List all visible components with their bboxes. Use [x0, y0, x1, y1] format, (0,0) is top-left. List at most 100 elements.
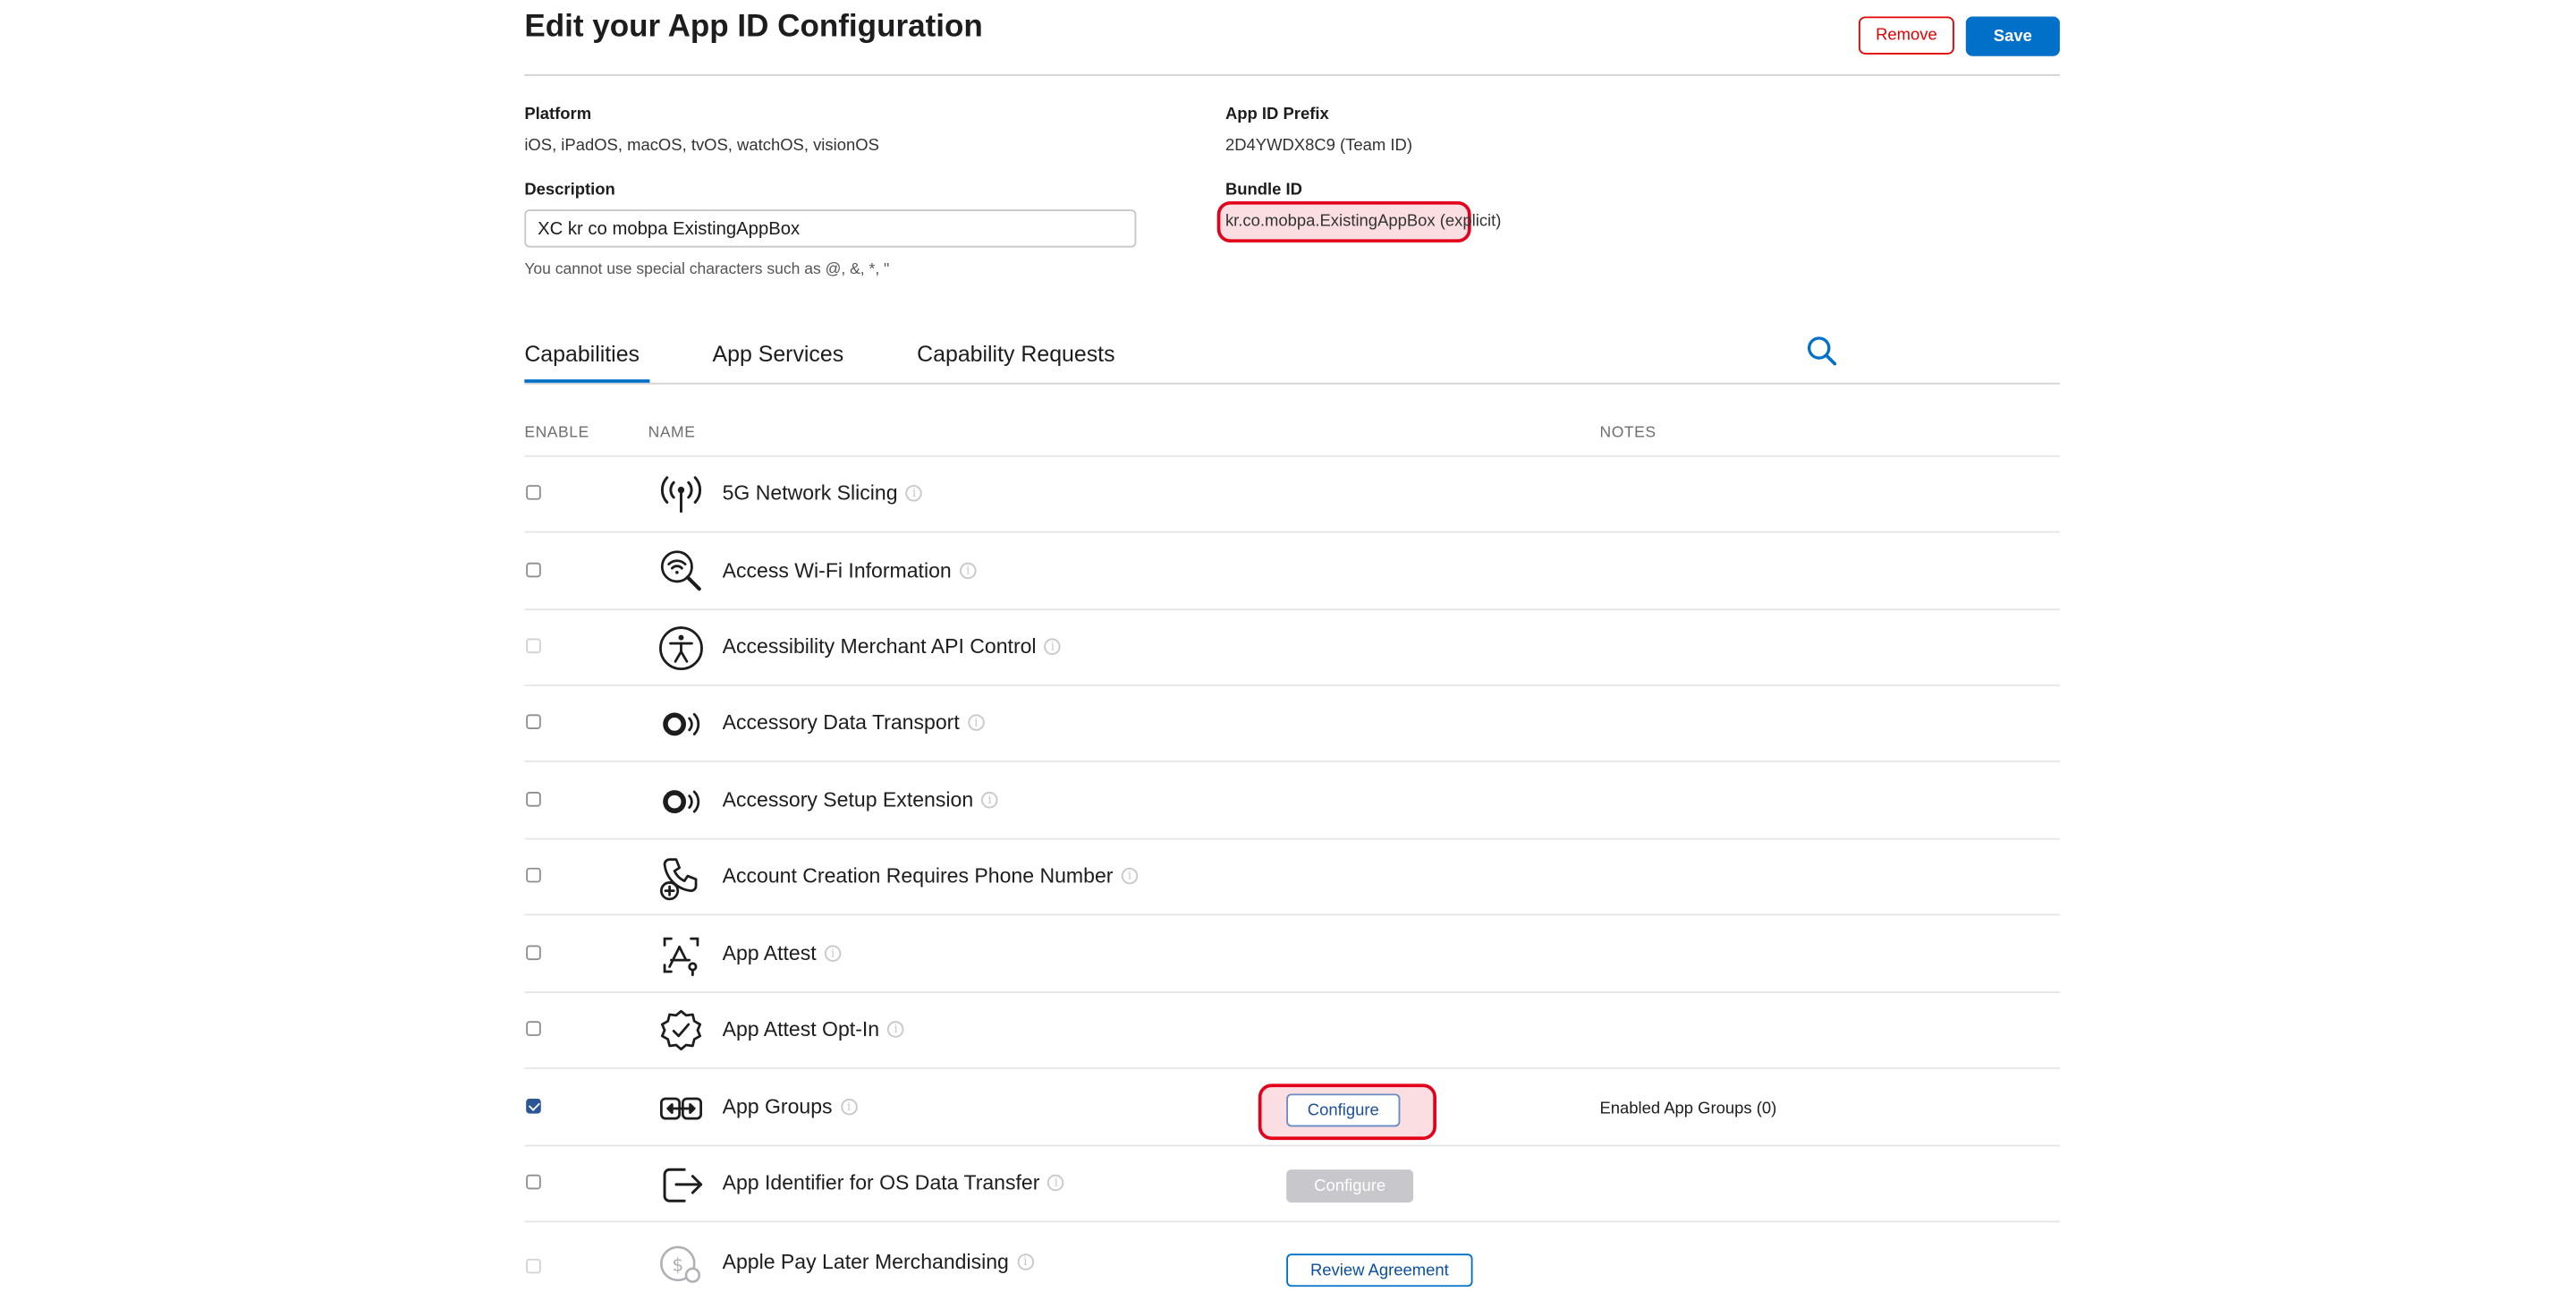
table-row: Accessory Setup Extension i	[524, 764, 2060, 840]
bundle-id-label: Bundle ID	[1224, 181, 1302, 200]
enable-checkbox[interactable]	[526, 562, 541, 578]
capability-name: Apple Pay Later Merchandising i	[722, 1250, 1034, 1274]
tabs-divider	[524, 382, 2060, 385]
row-divider	[524, 1066, 2060, 1069]
row-divider	[524, 760, 2060, 762]
column-header-name: NAME	[648, 423, 696, 443]
table-row: $ Apple Pay Later Merchandising i Review…	[524, 1224, 2060, 1300]
capability-label: App Attest	[722, 941, 817, 965]
table-row: App Groups i Configure Enabled App Group…	[524, 1071, 2060, 1147]
capability-label: Apple Pay Later Merchandising	[722, 1250, 1009, 1274]
table-row: App Identifier for OS Data Transfer i Co…	[524, 1146, 2060, 1223]
row-divider	[524, 913, 2060, 916]
enable-checkbox[interactable]	[526, 1258, 541, 1274]
app-id-config-page: Edit your App ID Configuration Remove Sa…	[0, 0, 2576, 1290]
table-row: Accessibility Merchant API Control i	[524, 610, 2060, 687]
table-row: App Attest Opt-In i	[524, 993, 2060, 1069]
capability-label: 5G Network Slicing	[722, 481, 898, 506]
capability-name: Accessibility Merchant API Control i	[723, 635, 1062, 658]
capability-label: Accessory Data Transport	[722, 710, 960, 735]
enable-checkbox[interactable]	[526, 638, 541, 654]
info-icon[interactable]: i	[824, 945, 842, 962]
info-icon[interactable]: i	[959, 562, 977, 580]
enable-checkbox[interactable]	[526, 1021, 541, 1036]
capability-label: Accessibility Merchant API Control	[722, 634, 1037, 658]
apple-pay-later-icon: $	[657, 1239, 706, 1288]
description-input[interactable]: XC kr co mobpa ExistingAppBox	[524, 209, 1137, 248]
capability-label: App Groups	[722, 1095, 833, 1119]
info-icon[interactable]: i	[967, 714, 985, 731]
table-row: 5G Network Slicing i	[524, 457, 2060, 533]
enable-checkbox[interactable]	[526, 485, 541, 500]
bundle-id-text: kr.co.mobpa.ExistingAppBox	[1224, 212, 1436, 232]
tab-capability-requests[interactable]: Capability Requests	[917, 342, 1114, 367]
capability-label: Account Creation Requires Phone Number	[722, 864, 1114, 888]
row-divider	[524, 1220, 2060, 1223]
capability-name: Accessory Data Transport i	[722, 710, 985, 735]
info-icon[interactable]: i	[905, 485, 923, 502]
tab-capabilities[interactable]: Capabilities	[524, 342, 640, 367]
capability-name: App Groups i	[723, 1095, 858, 1118]
enable-checkbox[interactable]	[526, 792, 541, 807]
capability-label: App Identifier for OS Data Transfer	[722, 1171, 1040, 1194]
description-hint: You cannot use special characters such a…	[524, 260, 890, 279]
accessory-signal-icon	[657, 777, 706, 826]
app-attest-icon	[657, 930, 706, 980]
platform-value: iOS, iPadOS, macOS, tvOS, watchOS, visio…	[524, 137, 879, 156]
enable-checkbox[interactable]	[526, 1174, 541, 1190]
remove-button[interactable]: Remove	[1858, 16, 1954, 55]
search-icon[interactable]	[1806, 335, 1839, 368]
capability-name: Access Wi-Fi Information i	[723, 559, 977, 582]
tab-app-services[interactable]: App Services	[713, 342, 844, 367]
active-tab-indicator	[524, 379, 650, 383]
configure-button-disabled[interactable]: Configure	[1286, 1169, 1414, 1203]
table-row: Access Wi-Fi Information i	[524, 534, 2060, 611]
accessory-signal-icon	[657, 700, 706, 749]
row-divider	[524, 531, 2060, 533]
table-row: Account Creation Requires Phone Number i	[524, 839, 2060, 916]
enable-checkbox[interactable]	[526, 714, 541, 729]
description-label: Description	[524, 181, 615, 200]
capability-name: App Attest i	[723, 942, 842, 965]
capability-label: Accessory Setup Extension	[722, 788, 974, 812]
enable-checkbox[interactable]	[526, 945, 541, 961]
header-divider	[524, 73, 2060, 76]
capability-label: Access Wi-Fi Information	[722, 559, 952, 582]
info-icon[interactable]: i	[840, 1098, 858, 1116]
app-id-prefix-value: 2D4YWDX8C9 (Team ID)	[1224, 137, 1412, 156]
capability-name: App Attest Opt-In i	[723, 1018, 904, 1041]
capability-name: Accessory Setup Extension i	[723, 788, 998, 811]
app-groups-icon	[657, 1083, 706, 1133]
description-input-value: XC kr co mobpa ExistingAppBox	[538, 218, 801, 239]
phone-plus-icon	[657, 853, 706, 902]
antenna-signal-icon	[657, 470, 706, 519]
info-icon[interactable]: i	[1121, 867, 1139, 885]
info-icon[interactable]: i	[1044, 638, 1062, 655]
info-icon[interactable]: i	[1047, 1174, 1065, 1192]
svg-text:$: $	[672, 1254, 683, 1276]
table-row: App Attest i	[524, 917, 2060, 993]
export-arrow-icon	[657, 1160, 706, 1209]
column-header-notes: NOTES	[1599, 423, 1657, 443]
notes-text: Enabled App Groups (0)	[1599, 1100, 1777, 1119]
verified-badge-icon	[657, 1007, 706, 1056]
accessibility-icon	[657, 624, 706, 673]
enable-checkbox[interactable]	[526, 1098, 541, 1114]
info-icon[interactable]: i	[887, 1021, 904, 1038]
column-header-enable: ENABLE	[524, 423, 589, 443]
wifi-magnifier-icon	[657, 546, 706, 595]
configure-button[interactable]: Configure	[1286, 1093, 1401, 1127]
info-icon[interactable]: i	[1017, 1253, 1034, 1270]
page-title: Edit your App ID Configuration	[524, 10, 983, 45]
platform-label: Platform	[524, 106, 592, 124]
capability-name: 5G Network Slicing i	[723, 481, 923, 505]
capability-label: App Attest Opt-In	[722, 1017, 880, 1041]
table-row: Accessory Data Transport i	[524, 686, 2060, 762]
bundle-id-value: kr.co.mobpa.ExistingAppBox (explicit)	[1225, 213, 1501, 231]
enable-checkbox[interactable]	[526, 867, 541, 883]
info-icon[interactable]: i	[981, 792, 998, 809]
save-button[interactable]: Save	[1965, 16, 2060, 56]
capability-name: Account Creation Requires Phone Number i	[723, 864, 1139, 888]
app-id-prefix-label: App ID Prefix	[1224, 106, 1329, 124]
review-agreement-button[interactable]: Review Agreement	[1286, 1253, 1473, 1287]
